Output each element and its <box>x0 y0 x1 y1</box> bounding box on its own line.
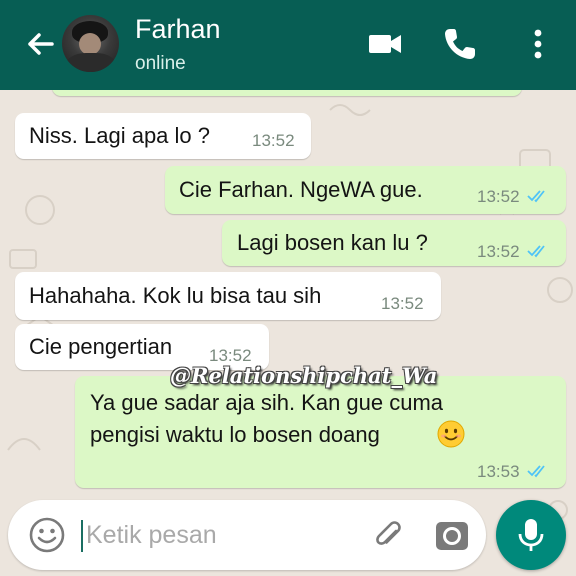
contact-name[interactable]: Farhan <box>135 14 221 45</box>
previous-message-bubble <box>52 90 522 96</box>
message-bubble-incoming[interactable]: Niss. Lagi apa lo ? 13:52 <box>15 113 311 159</box>
message-time: 13:52 <box>477 242 520 261</box>
read-receipt-icon <box>527 190 545 203</box>
message-bubble-incoming[interactable]: Hahahaha. Kok lu bisa tau sih 13:52 <box>15 272 441 320</box>
message-input[interactable] <box>86 516 356 554</box>
more-options-icon[interactable] <box>518 24 558 64</box>
emoji-icon[interactable] <box>28 516 66 554</box>
watermark-text: @Relationshipchat_Wa <box>170 363 438 388</box>
video-call-icon[interactable] <box>365 24 405 64</box>
message-text-line-1: Ya gue sadar aja sih. Kan gue cuma <box>90 390 444 415</box>
message-text: Cie pengertian <box>29 334 173 359</box>
message-time: 13:52 <box>381 294 424 313</box>
paperclip-icon[interactable] <box>370 517 408 555</box>
smiling-face-emoji-icon <box>437 420 465 448</box>
read-receipt-icon <box>527 245 545 258</box>
chat-header: Farhan online <box>0 0 576 90</box>
camera-icon[interactable] <box>433 517 471 555</box>
back-arrow-icon[interactable] <box>20 24 60 64</box>
message-time: 13:53 <box>477 462 520 481</box>
message-text-line-2: pengisi waktu lo bosen doang <box>90 422 380 447</box>
phone-call-icon[interactable] <box>440 24 480 64</box>
contact-avatar[interactable] <box>62 15 119 72</box>
microphone-icon <box>518 519 544 551</box>
message-text: Hahahaha. Kok lu bisa tau sih <box>29 283 322 308</box>
contact-status: online <box>135 53 186 74</box>
message-text: Cie Farhan. NgeWA gue. <box>179 177 423 202</box>
message-text: Lagi bosen kan lu ? <box>237 230 428 255</box>
text-caret <box>81 520 83 552</box>
voice-record-button[interactable] <box>496 500 566 570</box>
message-bubble-outgoing[interactable]: Ya gue sadar aja sih. Kan gue cuma pengi… <box>75 376 566 488</box>
message-time: 13:52 <box>477 187 520 206</box>
read-receipt-icon <box>527 465 545 478</box>
message-time: 13:52 <box>252 131 295 150</box>
message-text: Niss. Lagi apa lo ? <box>29 123 210 148</box>
message-composer <box>8 500 486 570</box>
message-bubble-outgoing[interactable]: Lagi bosen kan lu ? 13:52 <box>222 220 566 266</box>
message-bubble-outgoing[interactable]: Cie Farhan. NgeWA gue. 13:52 <box>165 166 566 214</box>
